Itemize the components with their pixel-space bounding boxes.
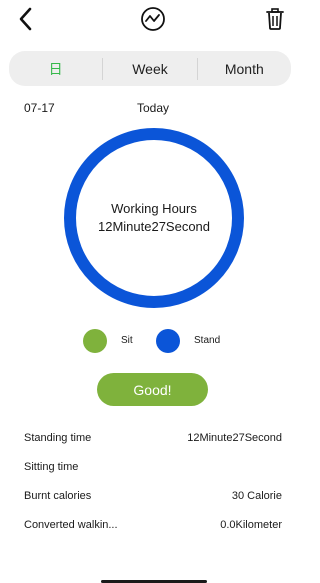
sit-legend-dot (83, 329, 107, 353)
tab-day[interactable]: 日 (9, 51, 102, 86)
stand-legend-dot (156, 329, 180, 353)
stat-value: 30 Calorie (231, 490, 282, 502)
good-status-button[interactable]: Good! (97, 373, 208, 406)
stand-legend-label: Stand (194, 335, 221, 346)
ring-value: 12Minute27Second (97, 219, 211, 234)
period-segmented-control: 日 Week Month (9, 51, 291, 86)
delete-button[interactable] (265, 7, 285, 31)
stat-label: Standing time (24, 432, 92, 444)
stat-label: Converted walkin... (24, 519, 118, 531)
stat-value: 12Minute27Second (187, 432, 282, 444)
trash-icon (266, 8, 284, 30)
stat-row: Sitting time (24, 461, 282, 479)
sit-legend-label: Sit (121, 335, 133, 346)
stat-row: Converted walkin... 0.0Kilometer (24, 519, 282, 537)
trend-chart-icon (141, 7, 165, 31)
ring-label: Working Hours (111, 201, 197, 216)
stat-row: Burnt calories 30 Calorie (24, 490, 282, 508)
stat-row: Standing time 12Minute27Second (24, 432, 282, 450)
chevron-left-icon (19, 7, 32, 31)
today-label: Today (137, 101, 170, 115)
sedentary-report-screen: 日 Week Month 07-17 Today Working Hours 1… (0, 0, 291, 583)
stat-value: 0.0Kilometer (220, 519, 282, 531)
stat-label: Burnt calories (24, 490, 92, 502)
back-button[interactable] (14, 6, 38, 32)
date-label: 07-17 (24, 101, 55, 115)
working-hours-ring: Working Hours 12Minute27Second (64, 128, 244, 308)
stat-label: Sitting time (24, 461, 79, 473)
tab-month[interactable]: Month (198, 51, 291, 86)
header (0, 0, 287, 40)
trend-button[interactable] (140, 6, 166, 32)
tab-week[interactable]: Week (103, 51, 196, 86)
